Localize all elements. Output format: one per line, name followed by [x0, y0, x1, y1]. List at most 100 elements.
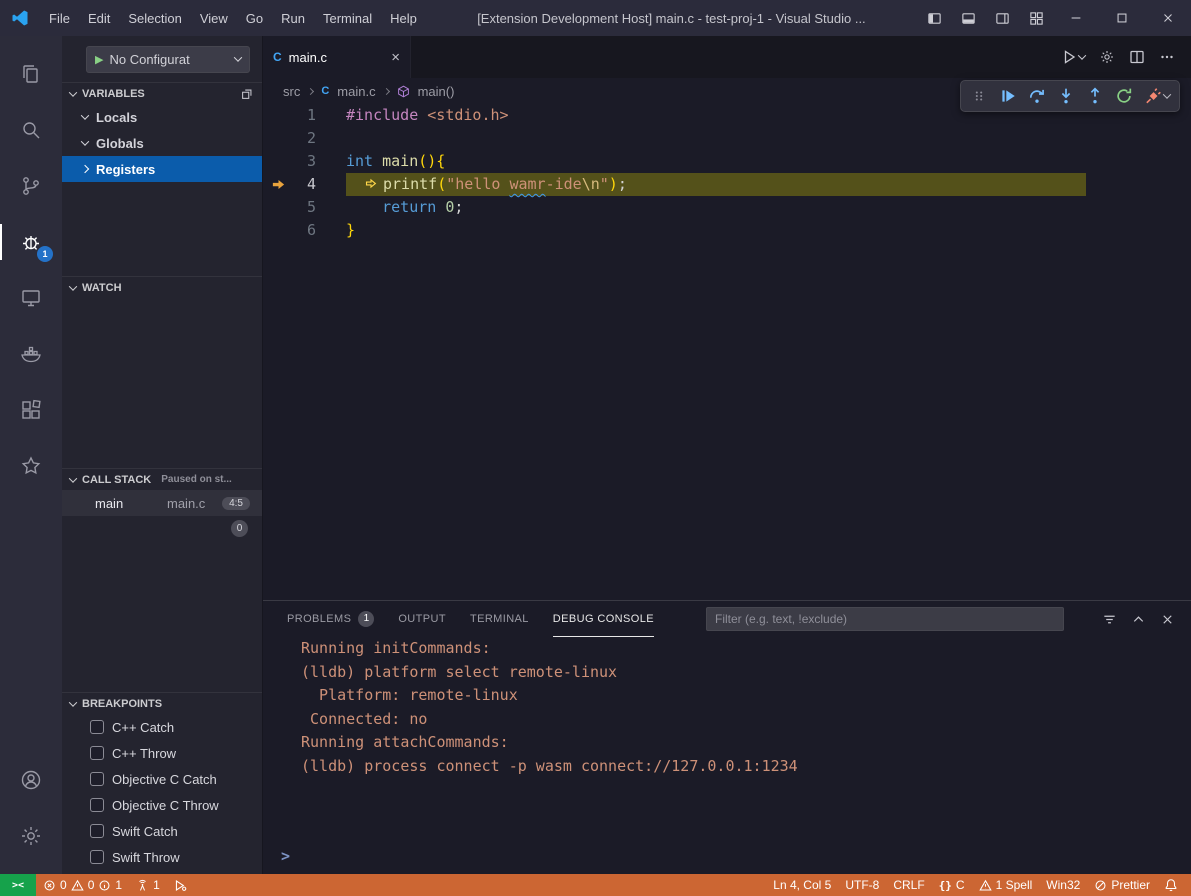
menu-terminal[interactable]: Terminal [314, 0, 381, 36]
step-out-button[interactable] [1082, 83, 1108, 109]
more-actions-icon[interactable] [1159, 49, 1175, 65]
formatter-status[interactable]: Prettier [1087, 874, 1157, 896]
menu-edit[interactable]: Edit [79, 0, 119, 36]
watch-header[interactable]: WATCH [62, 276, 262, 298]
menu-file[interactable]: File [40, 0, 79, 36]
disconnect-button[interactable] [1140, 83, 1174, 109]
spell-checker-status[interactable]: 1 Spell [972, 874, 1040, 896]
settings-gear-icon[interactable] [0, 808, 62, 864]
code-line-6[interactable]: 6 } [263, 219, 1191, 242]
menu-run[interactable]: Run [272, 0, 314, 36]
breadcrumb-folder[interactable]: src [283, 84, 300, 99]
docker-icon[interactable] [0, 326, 62, 382]
minimize-button[interactable] [1053, 0, 1099, 36]
code-line-5[interactable]: 5 return 0; [263, 196, 1191, 219]
code-line-4-current[interactable]: 4 printf("hello wamr-ide\n"); [263, 173, 1191, 196]
ports-status[interactable]: 1 [129, 874, 167, 896]
run-file-button[interactable] [1061, 49, 1085, 65]
split-editor-icon[interactable] [1129, 49, 1145, 65]
breakpoint-checkbox[interactable] [90, 720, 104, 734]
menu-go[interactable]: Go [237, 0, 272, 36]
menu-view[interactable]: View [191, 0, 237, 36]
instruction-pointer-icon [364, 177, 378, 190]
thread-row[interactable]: 0 [62, 516, 262, 540]
spell-label: 1 Spell [996, 878, 1033, 892]
breakpoint-row[interactable]: Objective C Catch [62, 766, 262, 792]
customize-layout-icon[interactable] [1019, 0, 1053, 36]
toggle-secondary-sidebar-icon[interactable] [985, 0, 1019, 36]
toolbar-drag-grip-icon[interactable] [966, 83, 992, 109]
debug-status[interactable] [167, 874, 194, 896]
console-input-prompt[interactable]: > [281, 845, 290, 869]
close-tab-icon[interactable]: × [391, 50, 400, 65]
tab-problems[interactable]: PROBLEMS 1 [287, 601, 374, 637]
menu-help[interactable]: Help [381, 0, 426, 36]
breakpoint-row[interactable]: C++ Catch [62, 714, 262, 740]
explorer-icon[interactable] [0, 46, 62, 102]
tab-main-c[interactable]: C main.c × [263, 36, 411, 78]
code-token [346, 198, 382, 216]
extensions-icon[interactable] [0, 382, 62, 438]
cursor-position-status[interactable]: Ln 4, Col 5 [766, 874, 838, 896]
call-stack-header[interactable]: CALL STACK Paused on st... [62, 468, 262, 490]
variables-locals-row[interactable]: Locals [62, 104, 262, 130]
console-filter-input[interactable] [706, 607, 1064, 631]
remote-indicator[interactable]: >< [0, 874, 36, 896]
tab-output[interactable]: OUTPUT [398, 601, 446, 637]
breakpoint-checkbox[interactable] [90, 850, 104, 864]
editor-settings-gear-icon[interactable] [1099, 49, 1115, 65]
code-line-2[interactable]: 2 [263, 127, 1191, 150]
breakpoint-row[interactable]: Swift Catch [62, 818, 262, 844]
breakpoints-header[interactable]: BREAKPOINTS [62, 692, 262, 714]
search-icon[interactable] [0, 102, 62, 158]
maximize-button[interactable] [1099, 0, 1145, 36]
breakpoint-checkbox[interactable] [90, 746, 104, 760]
remote-explorer-icon[interactable] [0, 270, 62, 326]
breakpoint-row[interactable]: Objective C Throw [62, 792, 262, 818]
source-control-icon[interactable] [0, 158, 62, 214]
debug-config-dropdown[interactable]: ▶ No Configurat [86, 46, 250, 73]
breakpoint-checkbox[interactable] [90, 798, 104, 812]
breadcrumb-file[interactable]: main.c [337, 84, 375, 99]
run-and-debug-icon[interactable]: 1 [0, 214, 62, 270]
favorites-star-icon[interactable] [0, 438, 62, 494]
notifications-bell-icon[interactable] [1157, 874, 1185, 896]
accounts-icon[interactable] [0, 752, 62, 808]
language-mode-status[interactable]: {} C [932, 874, 972, 896]
code-token: main [382, 152, 418, 170]
restart-button[interactable] [1111, 83, 1137, 109]
variables-globals-row[interactable]: Globals [62, 130, 262, 156]
step-into-button[interactable] [1053, 83, 1079, 109]
status-bar-right: Ln 4, Col 5 UTF-8 CRLF {} C 1 Spell Win3… [766, 874, 1191, 896]
start-debug-icon[interactable]: ▶ [95, 53, 103, 66]
close-panel-icon[interactable] [1160, 612, 1175, 627]
toggle-sidebar-icon[interactable] [917, 0, 951, 36]
close-window-button[interactable] [1145, 0, 1191, 36]
debug-current-line-arrow-icon[interactable] [271, 177, 286, 192]
collapse-all-icon[interactable] [240, 87, 254, 101]
encoding-status[interactable]: UTF-8 [838, 874, 886, 896]
breadcrumb-symbol[interactable]: main() [418, 84, 455, 99]
eol-status[interactable]: CRLF [886, 874, 931, 896]
continue-button[interactable] [995, 83, 1021, 109]
menu-selection[interactable]: Selection [119, 0, 190, 36]
debug-console-output[interactable]: Running initCommands: (lldb) platform se… [263, 637, 1191, 874]
step-over-button[interactable] [1024, 83, 1050, 109]
breakpoint-row[interactable]: C++ Throw [62, 740, 262, 766]
platform-status[interactable]: Win32 [1039, 874, 1087, 896]
errors-warnings-status[interactable]: 0 0 1 [36, 874, 129, 896]
stack-frame-row[interactable]: main main.c 4:5 [62, 490, 262, 516]
variables-registers-row[interactable]: Registers [62, 156, 262, 182]
variables-header[interactable]: VARIABLES [62, 82, 262, 104]
tab-debug-console[interactable]: DEBUG CONSOLE [553, 601, 654, 637]
tab-terminal[interactable]: TERMINAL [470, 601, 529, 637]
breakpoint-checkbox[interactable] [90, 824, 104, 838]
breakpoint-row[interactable]: Swift Throw [62, 844, 262, 870]
breakpoint-checkbox[interactable] [90, 772, 104, 786]
maximize-panel-icon[interactable] [1131, 612, 1146, 627]
console-lines-icon[interactable] [1102, 612, 1117, 627]
code-line-3[interactable]: 3 int main(){ [263, 150, 1191, 173]
code-editor[interactable]: 1 #include <stdio.h> 2 3 int main(){ 4 p [263, 104, 1191, 600]
breakpoints-section: BREAKPOINTS C++ Catch C++ Throw Objectiv… [62, 692, 262, 874]
toggle-panel-icon[interactable] [951, 0, 985, 36]
